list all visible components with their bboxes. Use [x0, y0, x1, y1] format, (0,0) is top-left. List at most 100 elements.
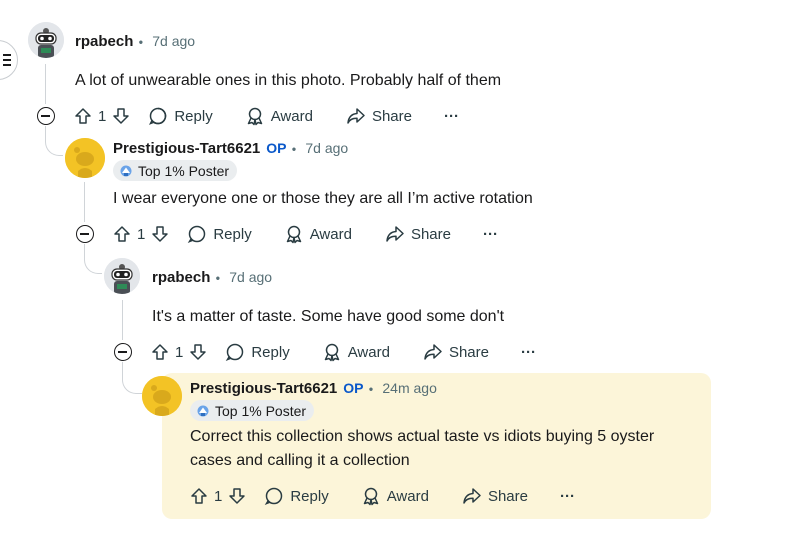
reply-label: Reply — [251, 343, 290, 361]
downvote-icon[interactable] — [151, 225, 169, 243]
reply-bubble-icon — [265, 487, 283, 505]
upvote-icon[interactable] — [190, 487, 208, 505]
vote-group: 1 — [151, 343, 207, 361]
award-button[interactable]: Award — [361, 486, 429, 506]
award-button[interactable]: Award — [284, 224, 352, 244]
vote-count: 1 — [214, 487, 223, 505]
collapse-icon[interactable] — [37, 107, 55, 125]
award-button[interactable]: Award — [322, 342, 390, 362]
timestamp[interactable]: 7d ago — [229, 269, 272, 285]
upvote-icon[interactable] — [151, 343, 169, 361]
thread-line[interactable] — [122, 300, 123, 340]
award-label: Award — [270, 107, 313, 125]
downvote-icon[interactable] — [228, 487, 246, 505]
vote-group: 1 — [190, 487, 246, 505]
share-button[interactable]: Share — [385, 224, 451, 244]
separator-dot: • — [212, 271, 224, 285]
comment-body-line: cases and calling it a collection — [190, 452, 410, 469]
vote-count: 1 — [175, 343, 184, 361]
comment-actions: 1 Reply Award Share ··· — [151, 338, 536, 366]
award-label: Award — [347, 343, 390, 361]
share-label: Share — [410, 225, 451, 243]
share-label: Share — [448, 343, 489, 361]
vote-count: 1 — [98, 107, 107, 125]
timestamp[interactable]: 7d ago — [152, 33, 195, 49]
award-icon — [363, 487, 378, 506]
thread-connector — [84, 250, 102, 274]
thread-connector — [45, 132, 63, 156]
reply-label: Reply — [290, 487, 329, 505]
collapse-icon[interactable] — [114, 343, 132, 361]
comment-body: I wear everyone one or those they are al… — [113, 190, 533, 207]
snoo-avatar-icon — [65, 138, 105, 178]
share-button[interactable]: Share — [423, 342, 489, 362]
reply-button[interactable]: Reply — [187, 224, 252, 244]
reply-button[interactable]: Reply — [225, 342, 290, 362]
comment-actions: 1 Reply Award Share ··· — [190, 482, 575, 510]
username[interactable]: Prestigious-Tart6621 — [113, 140, 260, 157]
op-badge: OP — [343, 380, 364, 396]
separator-dot: • — [288, 142, 300, 156]
robot-avatar-icon — [104, 258, 140, 294]
comment-header: rpabech • 7d ago — [75, 33, 195, 50]
flair-label: Top 1% Poster — [138, 162, 230, 179]
robot-avatar-icon — [28, 22, 64, 58]
avatar[interactable] — [65, 138, 105, 178]
reply-button[interactable]: Reply — [264, 486, 329, 506]
comment-header: rpabech • 7d ago — [152, 269, 272, 286]
comment-body: Correct this collection shows actual tas… — [190, 425, 654, 473]
share-button[interactable]: Share — [462, 486, 528, 506]
timestamp[interactable]: 24m ago — [382, 380, 436, 396]
flair-label: Top 1% Poster — [215, 402, 307, 419]
comment-body-line: Correct this collection shows actual tas… — [190, 428, 655, 445]
share-label: Share — [371, 107, 412, 125]
share-icon — [347, 108, 365, 124]
more-icon[interactable]: ··· — [483, 226, 498, 243]
award-button[interactable]: Award — [245, 106, 313, 126]
snoo-avatar-icon — [142, 376, 182, 416]
thread-line[interactable] — [45, 64, 46, 104]
comment-header: Prestigious-Tart6621 OP • 7d ago — [113, 140, 348, 157]
avatar[interactable] — [28, 22, 64, 58]
upvote-icon[interactable] — [113, 225, 131, 243]
username[interactable]: Prestigious-Tart6621 — [190, 380, 337, 397]
reply-label: Reply — [213, 225, 252, 243]
timestamp[interactable]: 7d ago — [305, 140, 348, 156]
comment-actions: 1 Reply Award Share ··· — [74, 102, 459, 130]
user-flair: Top 1% Poster — [190, 400, 315, 421]
top-poster-icon — [197, 405, 209, 416]
award-icon — [324, 343, 339, 362]
share-label: Share — [487, 487, 528, 505]
vote-group: 1 — [113, 225, 169, 243]
avatar[interactable] — [104, 258, 140, 294]
upvote-icon[interactable] — [74, 107, 92, 125]
more-icon[interactable]: ··· — [444, 108, 459, 125]
collapse-icon[interactable] — [76, 225, 94, 243]
menu-icon — [3, 54, 11, 69]
username[interactable]: rpabech — [75, 33, 133, 50]
award-icon — [247, 107, 262, 126]
thread-line[interactable] — [84, 182, 85, 222]
avatar[interactable] — [142, 376, 182, 416]
username[interactable]: rpabech — [152, 269, 210, 286]
share-button[interactable]: Share — [346, 106, 412, 126]
comment-body: It's a matter of taste. Some have good s… — [152, 308, 505, 325]
vote-count: 1 — [137, 225, 146, 243]
downvote-icon[interactable] — [112, 107, 130, 125]
reply-button[interactable]: Reply — [148, 106, 213, 126]
award-icon — [286, 225, 301, 244]
more-icon[interactable]: ··· — [560, 488, 575, 505]
downvote-icon[interactable] — [189, 343, 207, 361]
op-badge: OP — [266, 140, 287, 156]
thread-connector — [122, 368, 142, 394]
reply-label: Reply — [174, 107, 213, 125]
sidebar-menu-button[interactable] — [0, 40, 18, 80]
reply-bubble-icon — [226, 343, 244, 361]
user-flair: Top 1% Poster — [113, 160, 238, 181]
reply-bubble-icon — [149, 107, 167, 125]
more-icon[interactable]: ··· — [521, 344, 536, 361]
comment-header: Prestigious-Tart6621 OP • 24m ago — [190, 380, 437, 397]
share-icon — [463, 488, 481, 504]
top-poster-icon — [120, 165, 132, 176]
share-icon — [386, 226, 404, 242]
